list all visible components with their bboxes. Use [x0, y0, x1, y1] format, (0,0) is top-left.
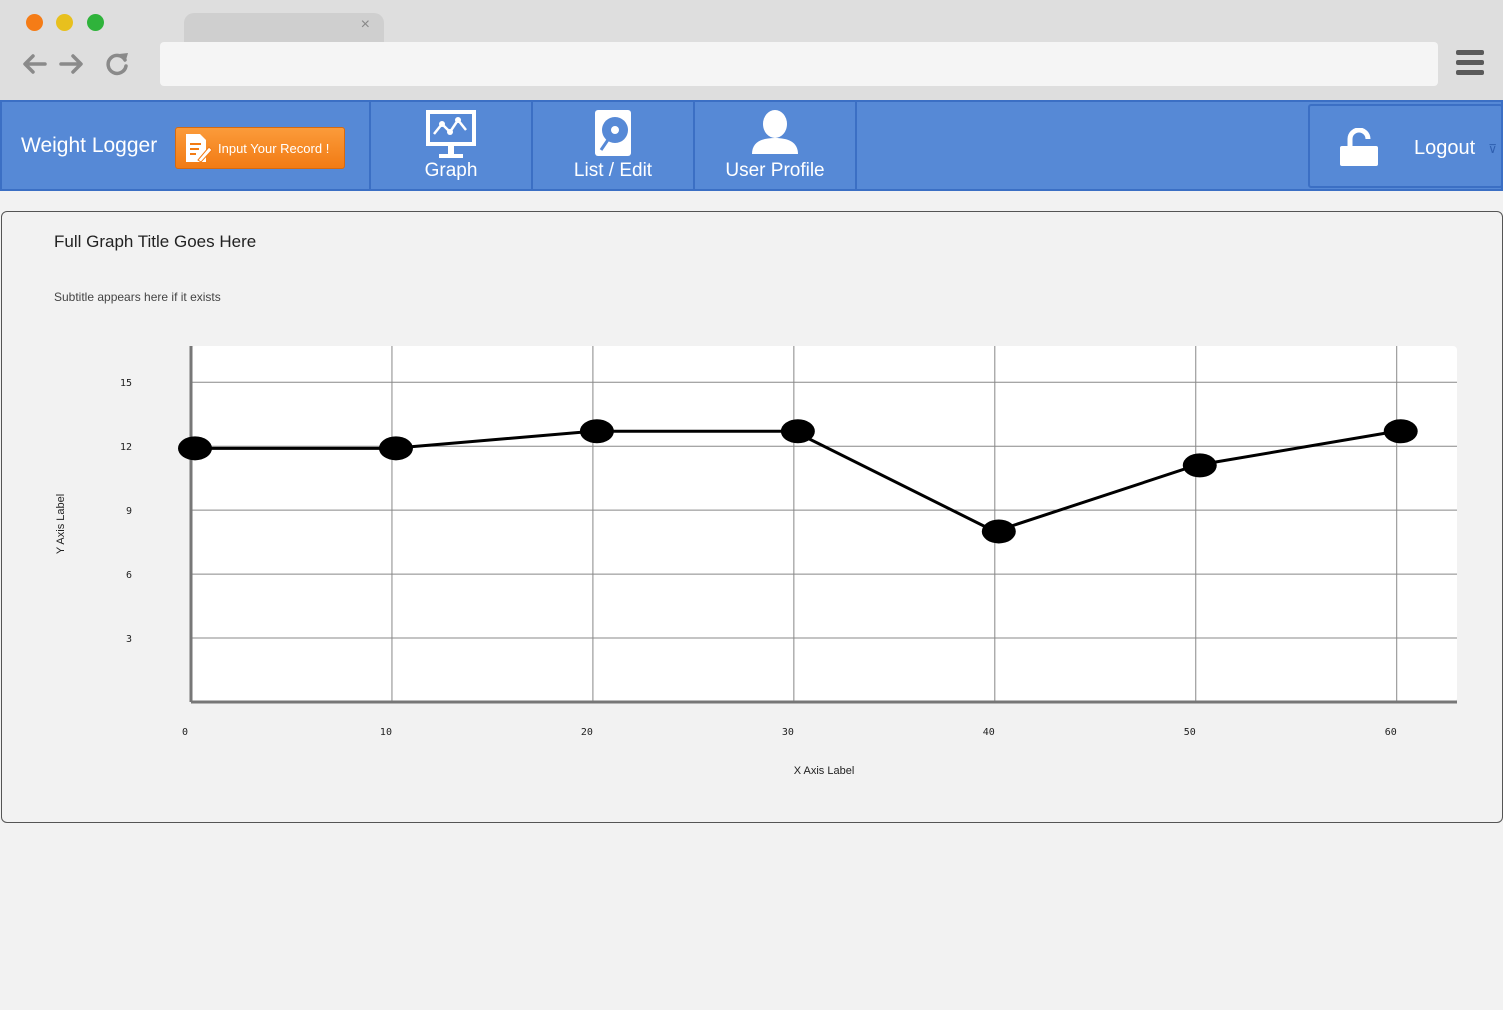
- logout-button[interactable]: Logout ⊽: [1308, 104, 1503, 188]
- brand-cell: Weight Logger Input Your Record !: [2, 102, 371, 189]
- browser-menu-icon[interactable]: [1456, 50, 1486, 78]
- y-tick-label: 3: [126, 634, 132, 645]
- user-icon: [750, 108, 800, 161]
- tab-user-profile-label: User Profile: [725, 160, 825, 181]
- browser-tab[interactable]: ×: [184, 13, 384, 43]
- data-point: [579, 419, 614, 444]
- data-point: [1182, 453, 1217, 478]
- tab-close-icon[interactable]: ×: [361, 16, 370, 34]
- monitor-chart-icon: [424, 108, 478, 165]
- data-point: [981, 519, 1016, 544]
- plot-area: [191, 346, 1457, 702]
- x-tick-label: 10: [380, 727, 392, 738]
- maximize-window-button[interactable]: [87, 14, 104, 31]
- back-button[interactable]: [20, 50, 48, 78]
- reload-icon: [106, 53, 128, 76]
- tab-graph[interactable]: Graph: [371, 102, 533, 189]
- address-bar[interactable]: [160, 42, 1438, 86]
- input-record-label: Input Your Record !: [218, 140, 330, 156]
- data-point: [780, 419, 815, 444]
- data-point: [1383, 419, 1418, 444]
- y-tick-label: 6: [126, 570, 132, 581]
- y-tick-label: 12: [120, 442, 132, 453]
- app-navbar: Weight Logger Input Your Record ! Graph: [0, 100, 1503, 191]
- input-record-button[interactable]: Input Your Record !: [175, 127, 345, 169]
- graph-panel: Full Graph Title Goes Here Subtitle appe…: [1, 211, 1503, 823]
- x-tick-label: 40: [983, 727, 995, 738]
- close-window-button[interactable]: [26, 14, 43, 31]
- tab-list-edit[interactable]: List / Edit: [533, 102, 695, 189]
- document-edit-icon: [186, 134, 212, 163]
- y-axis-label: Y Axis Label: [55, 494, 67, 554]
- tab-user-profile[interactable]: User Profile: [695, 102, 857, 189]
- tab-list-edit-label: List / Edit: [573, 160, 653, 181]
- x-tick-label: 0: [182, 727, 188, 738]
- logout-caret-icon[interactable]: ⊽: [1488, 142, 1497, 156]
- x-tick-label: 50: [1184, 727, 1196, 738]
- y-tick-label: 15: [120, 378, 132, 389]
- x-tick-label: 30: [782, 727, 794, 738]
- y-tick-label: 9: [126, 506, 132, 517]
- app-brand: Weight Logger: [21, 134, 158, 157]
- data-point: [378, 436, 413, 461]
- x-axis-label: X Axis Label: [794, 765, 855, 777]
- x-tick-label: 60: [1385, 727, 1397, 738]
- browser-chrome: ×: [0, 0, 1503, 100]
- data-point: [178, 436, 212, 461]
- arrow-left-icon: [23, 54, 47, 74]
- logout-label: Logout: [1414, 137, 1476, 159]
- forward-button[interactable]: [58, 50, 86, 78]
- disk-icon: [593, 108, 633, 163]
- arrow-right-icon: [59, 54, 83, 74]
- reload-button[interactable]: [103, 50, 131, 78]
- line-chart: 3 6 9 12 15 0 10 20 30 40 50 60 X Axis Label Y Axis L…: [55, 346, 1457, 777]
- minimize-window-button[interactable]: [56, 14, 73, 31]
- x-tick-label: 20: [581, 727, 593, 738]
- unlock-icon: [1338, 127, 1380, 173]
- tab-graph-label: Graph: [424, 160, 478, 181]
